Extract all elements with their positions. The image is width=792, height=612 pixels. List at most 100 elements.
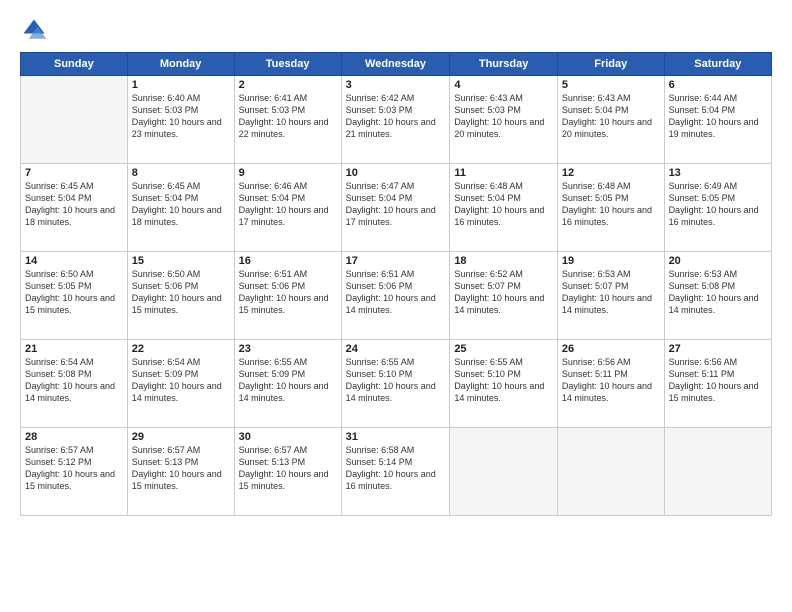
calendar-cell: 12Sunrise: 6:48 AM Sunset: 5:05 PM Dayli…	[557, 164, 664, 252]
weekday-header-wednesday: Wednesday	[341, 53, 450, 76]
calendar-cell: 7Sunrise: 6:45 AM Sunset: 5:04 PM Daylig…	[21, 164, 128, 252]
calendar-cell: 24Sunrise: 6:55 AM Sunset: 5:10 PM Dayli…	[341, 340, 450, 428]
calendar-cell: 11Sunrise: 6:48 AM Sunset: 5:04 PM Dayli…	[450, 164, 558, 252]
day-number: 15	[132, 255, 230, 267]
calendar-week-4: 21Sunrise: 6:54 AM Sunset: 5:08 PM Dayli…	[21, 340, 772, 428]
day-number: 19	[562, 255, 660, 267]
calendar-cell: 13Sunrise: 6:49 AM Sunset: 5:05 PM Dayli…	[664, 164, 771, 252]
weekday-header-tuesday: Tuesday	[234, 53, 341, 76]
day-detail: Sunrise: 6:48 AM Sunset: 5:04 PM Dayligh…	[454, 180, 553, 229]
day-detail: Sunrise: 6:57 AM Sunset: 5:13 PM Dayligh…	[239, 444, 337, 493]
calendar-week-2: 7Sunrise: 6:45 AM Sunset: 5:04 PM Daylig…	[21, 164, 772, 252]
day-number: 17	[346, 255, 446, 267]
day-detail: Sunrise: 6:45 AM Sunset: 5:04 PM Dayligh…	[132, 180, 230, 229]
day-detail: Sunrise: 6:49 AM Sunset: 5:05 PM Dayligh…	[669, 180, 767, 229]
calendar-cell: 8Sunrise: 6:45 AM Sunset: 5:04 PM Daylig…	[127, 164, 234, 252]
day-number: 8	[132, 167, 230, 179]
day-detail: Sunrise: 6:47 AM Sunset: 5:04 PM Dayligh…	[346, 180, 446, 229]
weekday-header-saturday: Saturday	[664, 53, 771, 76]
day-detail: Sunrise: 6:57 AM Sunset: 5:13 PM Dayligh…	[132, 444, 230, 493]
calendar-cell: 19Sunrise: 6:53 AM Sunset: 5:07 PM Dayli…	[557, 252, 664, 340]
day-number: 3	[346, 79, 446, 91]
day-number: 27	[669, 343, 767, 355]
day-detail: Sunrise: 6:54 AM Sunset: 5:09 PM Dayligh…	[132, 356, 230, 405]
day-detail: Sunrise: 6:53 AM Sunset: 5:07 PM Dayligh…	[562, 268, 660, 317]
calendar-cell: 5Sunrise: 6:43 AM Sunset: 5:04 PM Daylig…	[557, 76, 664, 164]
day-detail: Sunrise: 6:50 AM Sunset: 5:06 PM Dayligh…	[132, 268, 230, 317]
day-detail: Sunrise: 6:52 AM Sunset: 5:07 PM Dayligh…	[454, 268, 553, 317]
weekday-header-monday: Monday	[127, 53, 234, 76]
day-detail: Sunrise: 6:42 AM Sunset: 5:03 PM Dayligh…	[346, 92, 446, 141]
day-detail: Sunrise: 6:45 AM Sunset: 5:04 PM Dayligh…	[25, 180, 123, 229]
day-number: 2	[239, 79, 337, 91]
day-detail: Sunrise: 6:50 AM Sunset: 5:05 PM Dayligh…	[25, 268, 123, 317]
calendar-cell: 10Sunrise: 6:47 AM Sunset: 5:04 PM Dayli…	[341, 164, 450, 252]
day-number: 24	[346, 343, 446, 355]
day-detail: Sunrise: 6:51 AM Sunset: 5:06 PM Dayligh…	[346, 268, 446, 317]
calendar-cell: 25Sunrise: 6:55 AM Sunset: 5:10 PM Dayli…	[450, 340, 558, 428]
calendar-cell: 6Sunrise: 6:44 AM Sunset: 5:04 PM Daylig…	[664, 76, 771, 164]
day-number: 26	[562, 343, 660, 355]
logo	[20, 16, 52, 44]
calendar-cell: 27Sunrise: 6:56 AM Sunset: 5:11 PM Dayli…	[664, 340, 771, 428]
day-number: 16	[239, 255, 337, 267]
calendar-cell: 16Sunrise: 6:51 AM Sunset: 5:06 PM Dayli…	[234, 252, 341, 340]
day-detail: Sunrise: 6:41 AM Sunset: 5:03 PM Dayligh…	[239, 92, 337, 141]
calendar-cell: 29Sunrise: 6:57 AM Sunset: 5:13 PM Dayli…	[127, 428, 234, 516]
calendar-cell: 28Sunrise: 6:57 AM Sunset: 5:12 PM Dayli…	[21, 428, 128, 516]
day-number: 29	[132, 431, 230, 443]
day-number: 31	[346, 431, 446, 443]
weekday-header-row: SundayMondayTuesdayWednesdayThursdayFrid…	[21, 53, 772, 76]
day-number: 14	[25, 255, 123, 267]
day-number: 5	[562, 79, 660, 91]
day-detail: Sunrise: 6:57 AM Sunset: 5:12 PM Dayligh…	[25, 444, 123, 493]
weekday-header-thursday: Thursday	[450, 53, 558, 76]
day-number: 28	[25, 431, 123, 443]
calendar-week-3: 14Sunrise: 6:50 AM Sunset: 5:05 PM Dayli…	[21, 252, 772, 340]
day-number: 13	[669, 167, 767, 179]
page: SundayMondayTuesdayWednesdayThursdayFrid…	[0, 0, 792, 612]
day-number: 23	[239, 343, 337, 355]
calendar-cell: 31Sunrise: 6:58 AM Sunset: 5:14 PM Dayli…	[341, 428, 450, 516]
calendar-cell	[450, 428, 558, 516]
day-detail: Sunrise: 6:55 AM Sunset: 5:09 PM Dayligh…	[239, 356, 337, 405]
day-detail: Sunrise: 6:56 AM Sunset: 5:11 PM Dayligh…	[562, 356, 660, 405]
calendar-cell: 4Sunrise: 6:43 AM Sunset: 5:03 PM Daylig…	[450, 76, 558, 164]
calendar-cell: 14Sunrise: 6:50 AM Sunset: 5:05 PM Dayli…	[21, 252, 128, 340]
day-detail: Sunrise: 6:46 AM Sunset: 5:04 PM Dayligh…	[239, 180, 337, 229]
calendar-cell: 20Sunrise: 6:53 AM Sunset: 5:08 PM Dayli…	[664, 252, 771, 340]
day-number: 10	[346, 167, 446, 179]
calendar-cell: 3Sunrise: 6:42 AM Sunset: 5:03 PM Daylig…	[341, 76, 450, 164]
day-number: 25	[454, 343, 553, 355]
day-number: 30	[239, 431, 337, 443]
day-detail: Sunrise: 6:58 AM Sunset: 5:14 PM Dayligh…	[346, 444, 446, 493]
day-detail: Sunrise: 6:43 AM Sunset: 5:04 PM Dayligh…	[562, 92, 660, 141]
calendar-cell: 15Sunrise: 6:50 AM Sunset: 5:06 PM Dayli…	[127, 252, 234, 340]
day-number: 4	[454, 79, 553, 91]
calendar-cell: 22Sunrise: 6:54 AM Sunset: 5:09 PM Dayli…	[127, 340, 234, 428]
day-number: 21	[25, 343, 123, 355]
day-detail: Sunrise: 6:53 AM Sunset: 5:08 PM Dayligh…	[669, 268, 767, 317]
calendar-week-5: 28Sunrise: 6:57 AM Sunset: 5:12 PM Dayli…	[21, 428, 772, 516]
header	[20, 16, 772, 44]
calendar-cell: 17Sunrise: 6:51 AM Sunset: 5:06 PM Dayli…	[341, 252, 450, 340]
day-number: 1	[132, 79, 230, 91]
day-number: 9	[239, 167, 337, 179]
day-number: 6	[669, 79, 767, 91]
day-number: 20	[669, 255, 767, 267]
calendar-cell: 26Sunrise: 6:56 AM Sunset: 5:11 PM Dayli…	[557, 340, 664, 428]
day-detail: Sunrise: 6:55 AM Sunset: 5:10 PM Dayligh…	[346, 356, 446, 405]
day-detail: Sunrise: 6:55 AM Sunset: 5:10 PM Dayligh…	[454, 356, 553, 405]
day-number: 7	[25, 167, 123, 179]
day-detail: Sunrise: 6:51 AM Sunset: 5:06 PM Dayligh…	[239, 268, 337, 317]
calendar-cell	[664, 428, 771, 516]
calendar-cell: 9Sunrise: 6:46 AM Sunset: 5:04 PM Daylig…	[234, 164, 341, 252]
day-number: 12	[562, 167, 660, 179]
day-number: 18	[454, 255, 553, 267]
calendar-cell: 2Sunrise: 6:41 AM Sunset: 5:03 PM Daylig…	[234, 76, 341, 164]
day-detail: Sunrise: 6:48 AM Sunset: 5:05 PM Dayligh…	[562, 180, 660, 229]
weekday-header-sunday: Sunday	[21, 53, 128, 76]
day-detail: Sunrise: 6:56 AM Sunset: 5:11 PM Dayligh…	[669, 356, 767, 405]
day-detail: Sunrise: 6:54 AM Sunset: 5:08 PM Dayligh…	[25, 356, 123, 405]
day-number: 22	[132, 343, 230, 355]
